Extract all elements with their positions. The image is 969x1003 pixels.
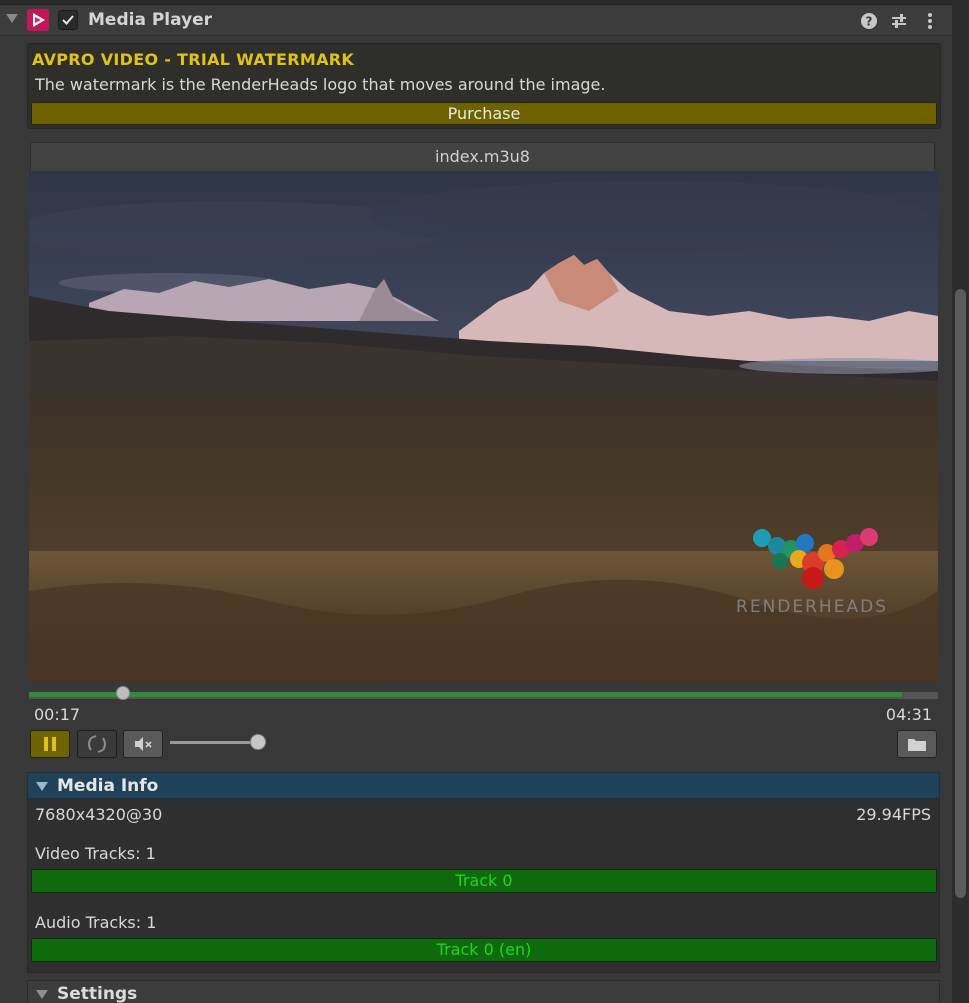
video-frame-image: RENDERHEADS (29, 171, 938, 682)
media-filename: index.m3u8 (30, 142, 935, 171)
seek-timeline[interactable] (29, 686, 938, 700)
svg-text:?: ? (866, 15, 873, 29)
settings-foldout[interactable]: Settings (27, 980, 940, 1003)
mute-icon (135, 737, 152, 751)
trial-watermark-box: AVPRO VIDEO - TRIAL WATERMARK The waterm… (27, 43, 941, 129)
audio-track-button[interactable]: Track 0 (en) (31, 938, 937, 962)
component-title: Media Player (88, 10, 213, 30)
renderheads-watermark-text: RENDERHEADS (736, 597, 888, 617)
mute-button[interactable] (123, 730, 163, 758)
video-tracks-label: Video Tracks: 1 (35, 844, 156, 863)
open-media-button[interactable] (897, 730, 937, 758)
video-track-button[interactable]: Track 0 (31, 869, 937, 893)
buffered-progress (29, 692, 902, 697)
kebab-menu-icon[interactable] (921, 12, 939, 30)
watermark-title: AVPRO VIDEO - TRIAL WATERMARK (32, 50, 355, 69)
foldout-arrow-icon (36, 782, 48, 791)
volume-slider-track[interactable] (170, 741, 258, 744)
media-info-panel: 7680x4320@30 29.94FPS Video Tracks: 1 Tr… (27, 799, 940, 973)
checkmark-icon (62, 15, 74, 25)
component-header[interactable]: Media Player ? (0, 6, 952, 36)
resolution-label: 7680x4320@30 (35, 805, 163, 824)
avpro-logo-icon (27, 9, 49, 31)
pause-button[interactable] (30, 730, 70, 758)
loop-button[interactable] (77, 730, 117, 758)
current-time: 00:17 (34, 705, 81, 724)
seek-handle[interactable] (116, 686, 131, 700)
fps-label: 29.94FPS (856, 805, 931, 824)
audio-tracks-label: Audio Tracks: 1 (35, 913, 157, 932)
foldout-arrow-icon (36, 990, 48, 999)
purchase-button[interactable]: Purchase (31, 102, 937, 125)
loop-icon (88, 735, 106, 753)
video-preview[interactable]: RENDERHEADS (29, 171, 938, 682)
media-info-header: Media Info (57, 776, 159, 796)
media-info-foldout[interactable]: Media Info (27, 772, 940, 799)
volume-slider-handle[interactable] (250, 734, 266, 750)
watermark-description: The watermark is the RenderHeads logo th… (35, 75, 606, 94)
top-separator (0, 0, 952, 5)
settings-header: Settings (57, 984, 138, 1003)
duration-time: 04:31 (885, 705, 932, 724)
foldout-arrow-icon[interactable] (6, 14, 18, 23)
help-icon[interactable]: ? (860, 12, 878, 30)
folder-icon (908, 739, 926, 751)
inspector-scrollbar-thumb[interactable] (955, 289, 966, 898)
preset-sliders-icon[interactable] (890, 12, 908, 30)
enabled-checkbox[interactable] (58, 10, 78, 30)
pause-icon (44, 737, 56, 751)
